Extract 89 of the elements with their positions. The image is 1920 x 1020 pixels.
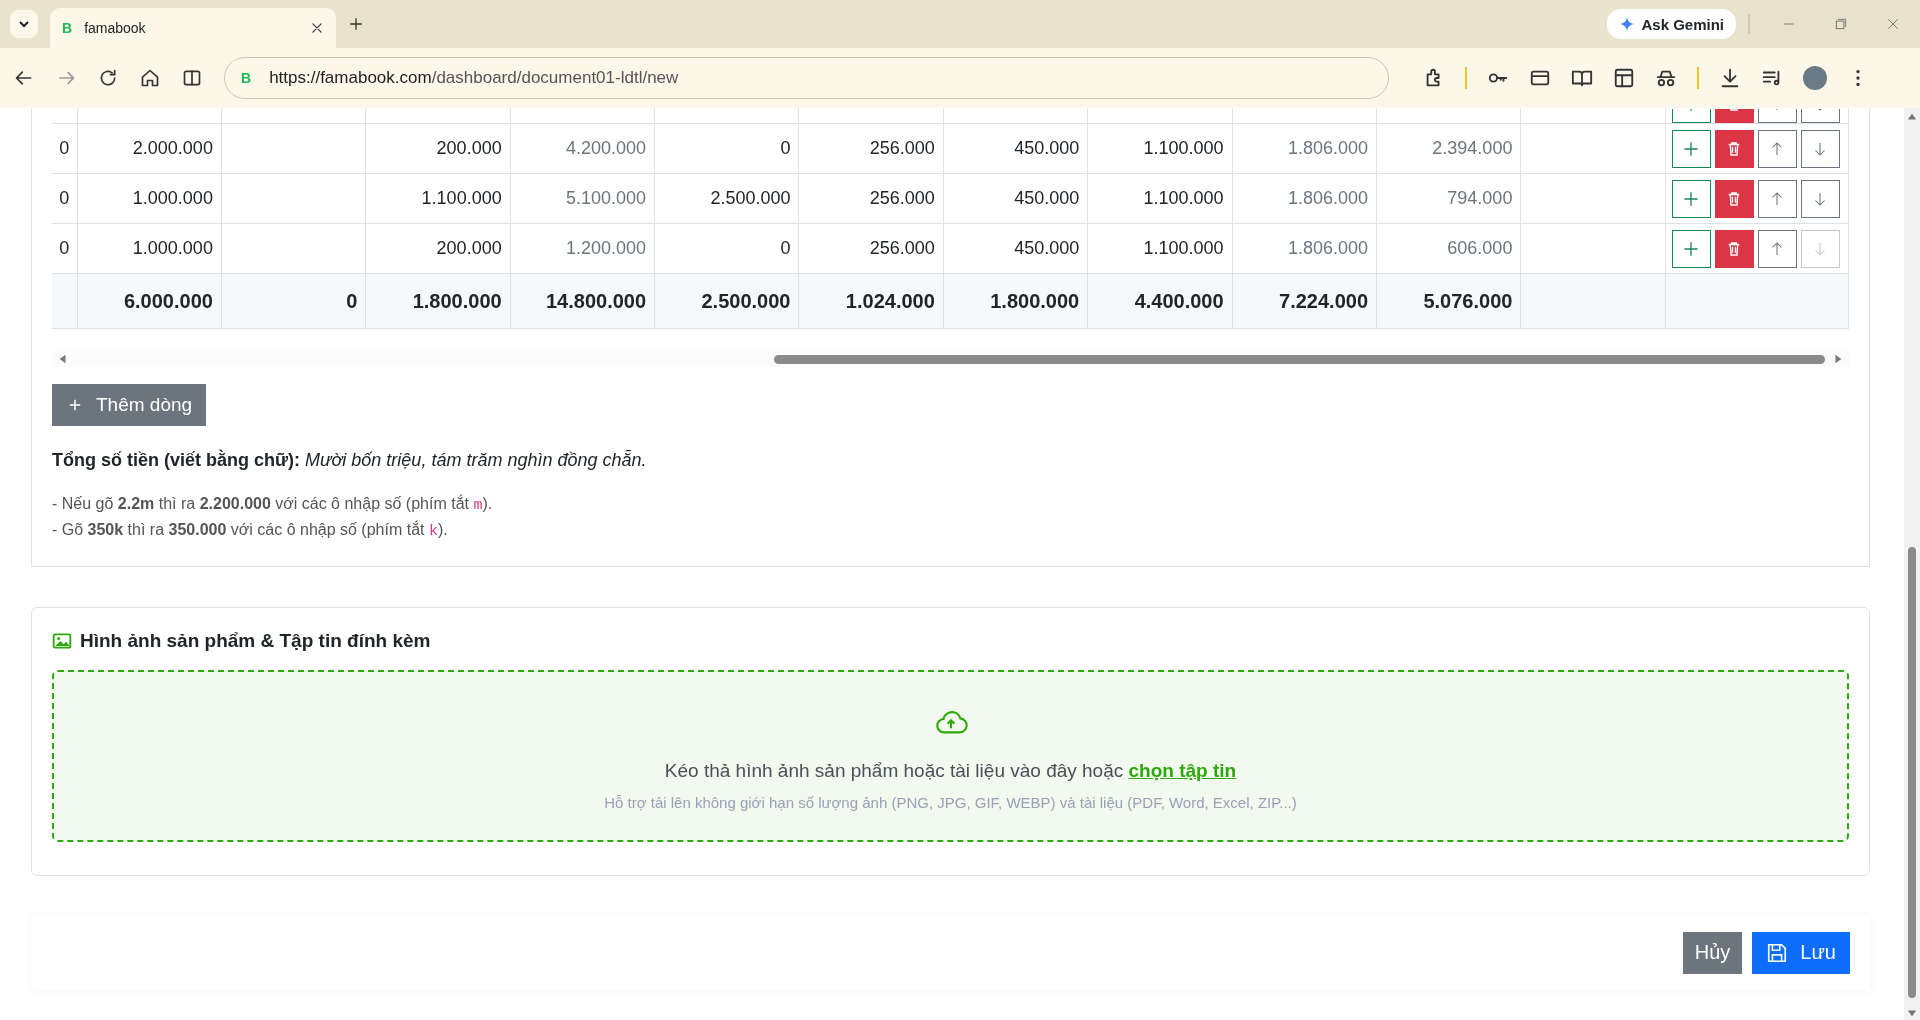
table-cell: 256.000 <box>798 173 944 224</box>
hint-text: - Gõ 350k thì ra 350.000 với các ô nhập số (phím tắt k). <box>52 519 449 542</box>
total-cell: 14.800.000 <box>510 273 655 329</box>
cancel-button[interactable]: Hủy <box>1682 931 1743 974</box>
table-cell: 0 <box>654 123 799 174</box>
total-cell: 6.000.000 <box>77 273 222 329</box>
tab-list-button[interactable] <box>10 10 38 38</box>
table-cell: 450.000 <box>943 223 1088 274</box>
tab-title: famabook <box>84 20 147 36</box>
move-down-button[interactable] <box>1800 129 1840 168</box>
table-cell: 256.000 <box>798 123 944 174</box>
arrow-up-icon <box>1907 112 1917 122</box>
total-cell: 4.400.000 <box>1087 273 1233 329</box>
drop-zone[interactable]: Kéo thả hình ảnh sản phẩm hoặc tài liệu vào đây hoặc chọn tập tin Hỗ trợ tải lên không giới hạn số lượng ảnh (PNG, JPG, GIF, WEBP) và tài liệu (PDF, Word, Excel, ZIP...) <box>52 670 1849 842</box>
table-cell: 1.100.000 <box>1087 123 1233 174</box>
download-icon[interactable] <box>1719 67 1741 89</box>
table-cell: 0 <box>52 123 77 174</box>
delete-button[interactable] <box>1714 179 1754 218</box>
table-cell: 1.100.000 <box>1087 223 1233 274</box>
arrow-right-icon <box>1833 354 1843 364</box>
restore-icon[interactable] <box>1834 17 1848 31</box>
move-down-button[interactable] <box>1800 179 1840 218</box>
total-cell: 1.800.000 <box>365 273 511 329</box>
total-cell: 7.224.000 <box>1232 273 1377 329</box>
table-cell: 606.000 <box>1376 223 1521 274</box>
table-cell: 0 <box>654 223 799 274</box>
total-cell: 1.024.000 <box>798 273 944 329</box>
delete-button[interactable] <box>1714 129 1754 168</box>
drop-zone-text: Kéo thả hình ảnh sản phẩm hoặc tài liệu vào đây hoặc chọn tập tin <box>664 759 1237 783</box>
table-icon[interactable] <box>1613 67 1635 89</box>
table-cell: 1.806.000 <box>1232 173 1377 224</box>
scrollbar-thumb[interactable] <box>1908 547 1916 998</box>
delete-button[interactable] <box>1714 229 1754 268</box>
table-cell: 1.806.000 <box>1232 123 1377 174</box>
ask-gemini-button[interactable]: Ask Gemini <box>1607 9 1736 39</box>
table-cell: 450.000 <box>943 173 1088 224</box>
table-cell: 2.500.000 <box>654 173 799 224</box>
table-cell: 4.200.000 <box>510 123 655 174</box>
arrow-down-icon <box>1907 1008 1917 1018</box>
table-cell: 5.100.000 <box>510 173 655 224</box>
reload-icon[interactable] <box>98 68 118 88</box>
table-cell: 256.000 <box>798 223 944 274</box>
save-button[interactable]: Lưu <box>1752 931 1850 974</box>
add-row-button[interactable] <box>1671 129 1711 168</box>
add-row-button[interactable] <box>1671 229 1711 268</box>
move-up-button[interactable] <box>1757 129 1797 168</box>
table-cell: 1.100.000 <box>1087 173 1233 224</box>
favicon: B <box>241 70 252 86</box>
table-cell: 2.394.000 <box>1376 123 1521 174</box>
total-cell: 5.076.000 <box>1376 273 1521 329</box>
table-cell: 200.000 <box>365 123 511 174</box>
favicon: B <box>62 20 73 36</box>
scrollbar-thumb[interactable] <box>774 354 1825 364</box>
home-icon[interactable] <box>140 68 160 88</box>
table-cell: 1.100.000 <box>365 173 511 224</box>
add-line-button[interactable]: Thêm dòng <box>52 384 207 426</box>
scrollbar[interactable] <box>1904 108 1920 1020</box>
close-icon[interactable] <box>310 21 324 35</box>
table-cell: 0 <box>52 173 77 224</box>
table-cell: 1.000.000 <box>77 173 222 224</box>
table-cell: 450.000 <box>943 123 1088 174</box>
total-cell: 1.800.000 <box>943 273 1088 329</box>
browser-tab[interactable]: B famabook <box>50 8 336 48</box>
avatar[interactable] <box>1803 66 1827 90</box>
table-cell: 794.000 <box>1376 173 1521 224</box>
table-cell: 2.000.000 <box>77 123 222 174</box>
total-cell: 0 <box>221 273 366 329</box>
move-up-button[interactable] <box>1757 229 1797 268</box>
back-icon[interactable] <box>14 68 34 88</box>
split-view-icon[interactable] <box>182 68 202 88</box>
image-icon <box>52 631 72 651</box>
address-bar[interactable]: B https://famabook.com/dashboard/document01-ldtl/new <box>224 57 1389 99</box>
horizontal-scrollbar[interactable] <box>52 351 1849 367</box>
table-cell: 200.000 <box>365 223 511 274</box>
table-cell: 1.000.000 <box>77 223 222 274</box>
total-cell: 2.500.000 <box>654 273 799 329</box>
table-cell: 0 <box>52 223 77 274</box>
plus-icon <box>68 398 82 412</box>
url-text: https://famabook.com/dashboard/document01-ldtl/new <box>269 68 679 88</box>
hint-text: - Nếu gõ 2.2m thì ra 2.200.000 với các ô nhập số (phím tắt m). <box>52 493 494 516</box>
add-row-button[interactable] <box>1671 179 1711 218</box>
arrow-left-icon <box>58 354 68 364</box>
amount-in-words: Tổng số tiền (viết bằng chữ): Mười bốn triệu, tám trăm nghìn đồng chẵn. <box>52 448 648 472</box>
move-up-button[interactable] <box>1757 179 1797 218</box>
section-title: Hình ảnh sản phẩm & Tập tin đính kèm <box>80 630 431 652</box>
upload-hint: Hỗ trợ tải lên không giới hạn số lượng ảnh (PNG, JPG, GIF, WEBP) và tài liệu (PDF, Word, Excel, ZIP...) <box>604 793 1297 813</box>
table-cell: 1.200.000 <box>510 223 655 274</box>
table-cell: 1.806.000 <box>1232 223 1377 274</box>
new-tab-icon[interactable] <box>348 16 364 32</box>
